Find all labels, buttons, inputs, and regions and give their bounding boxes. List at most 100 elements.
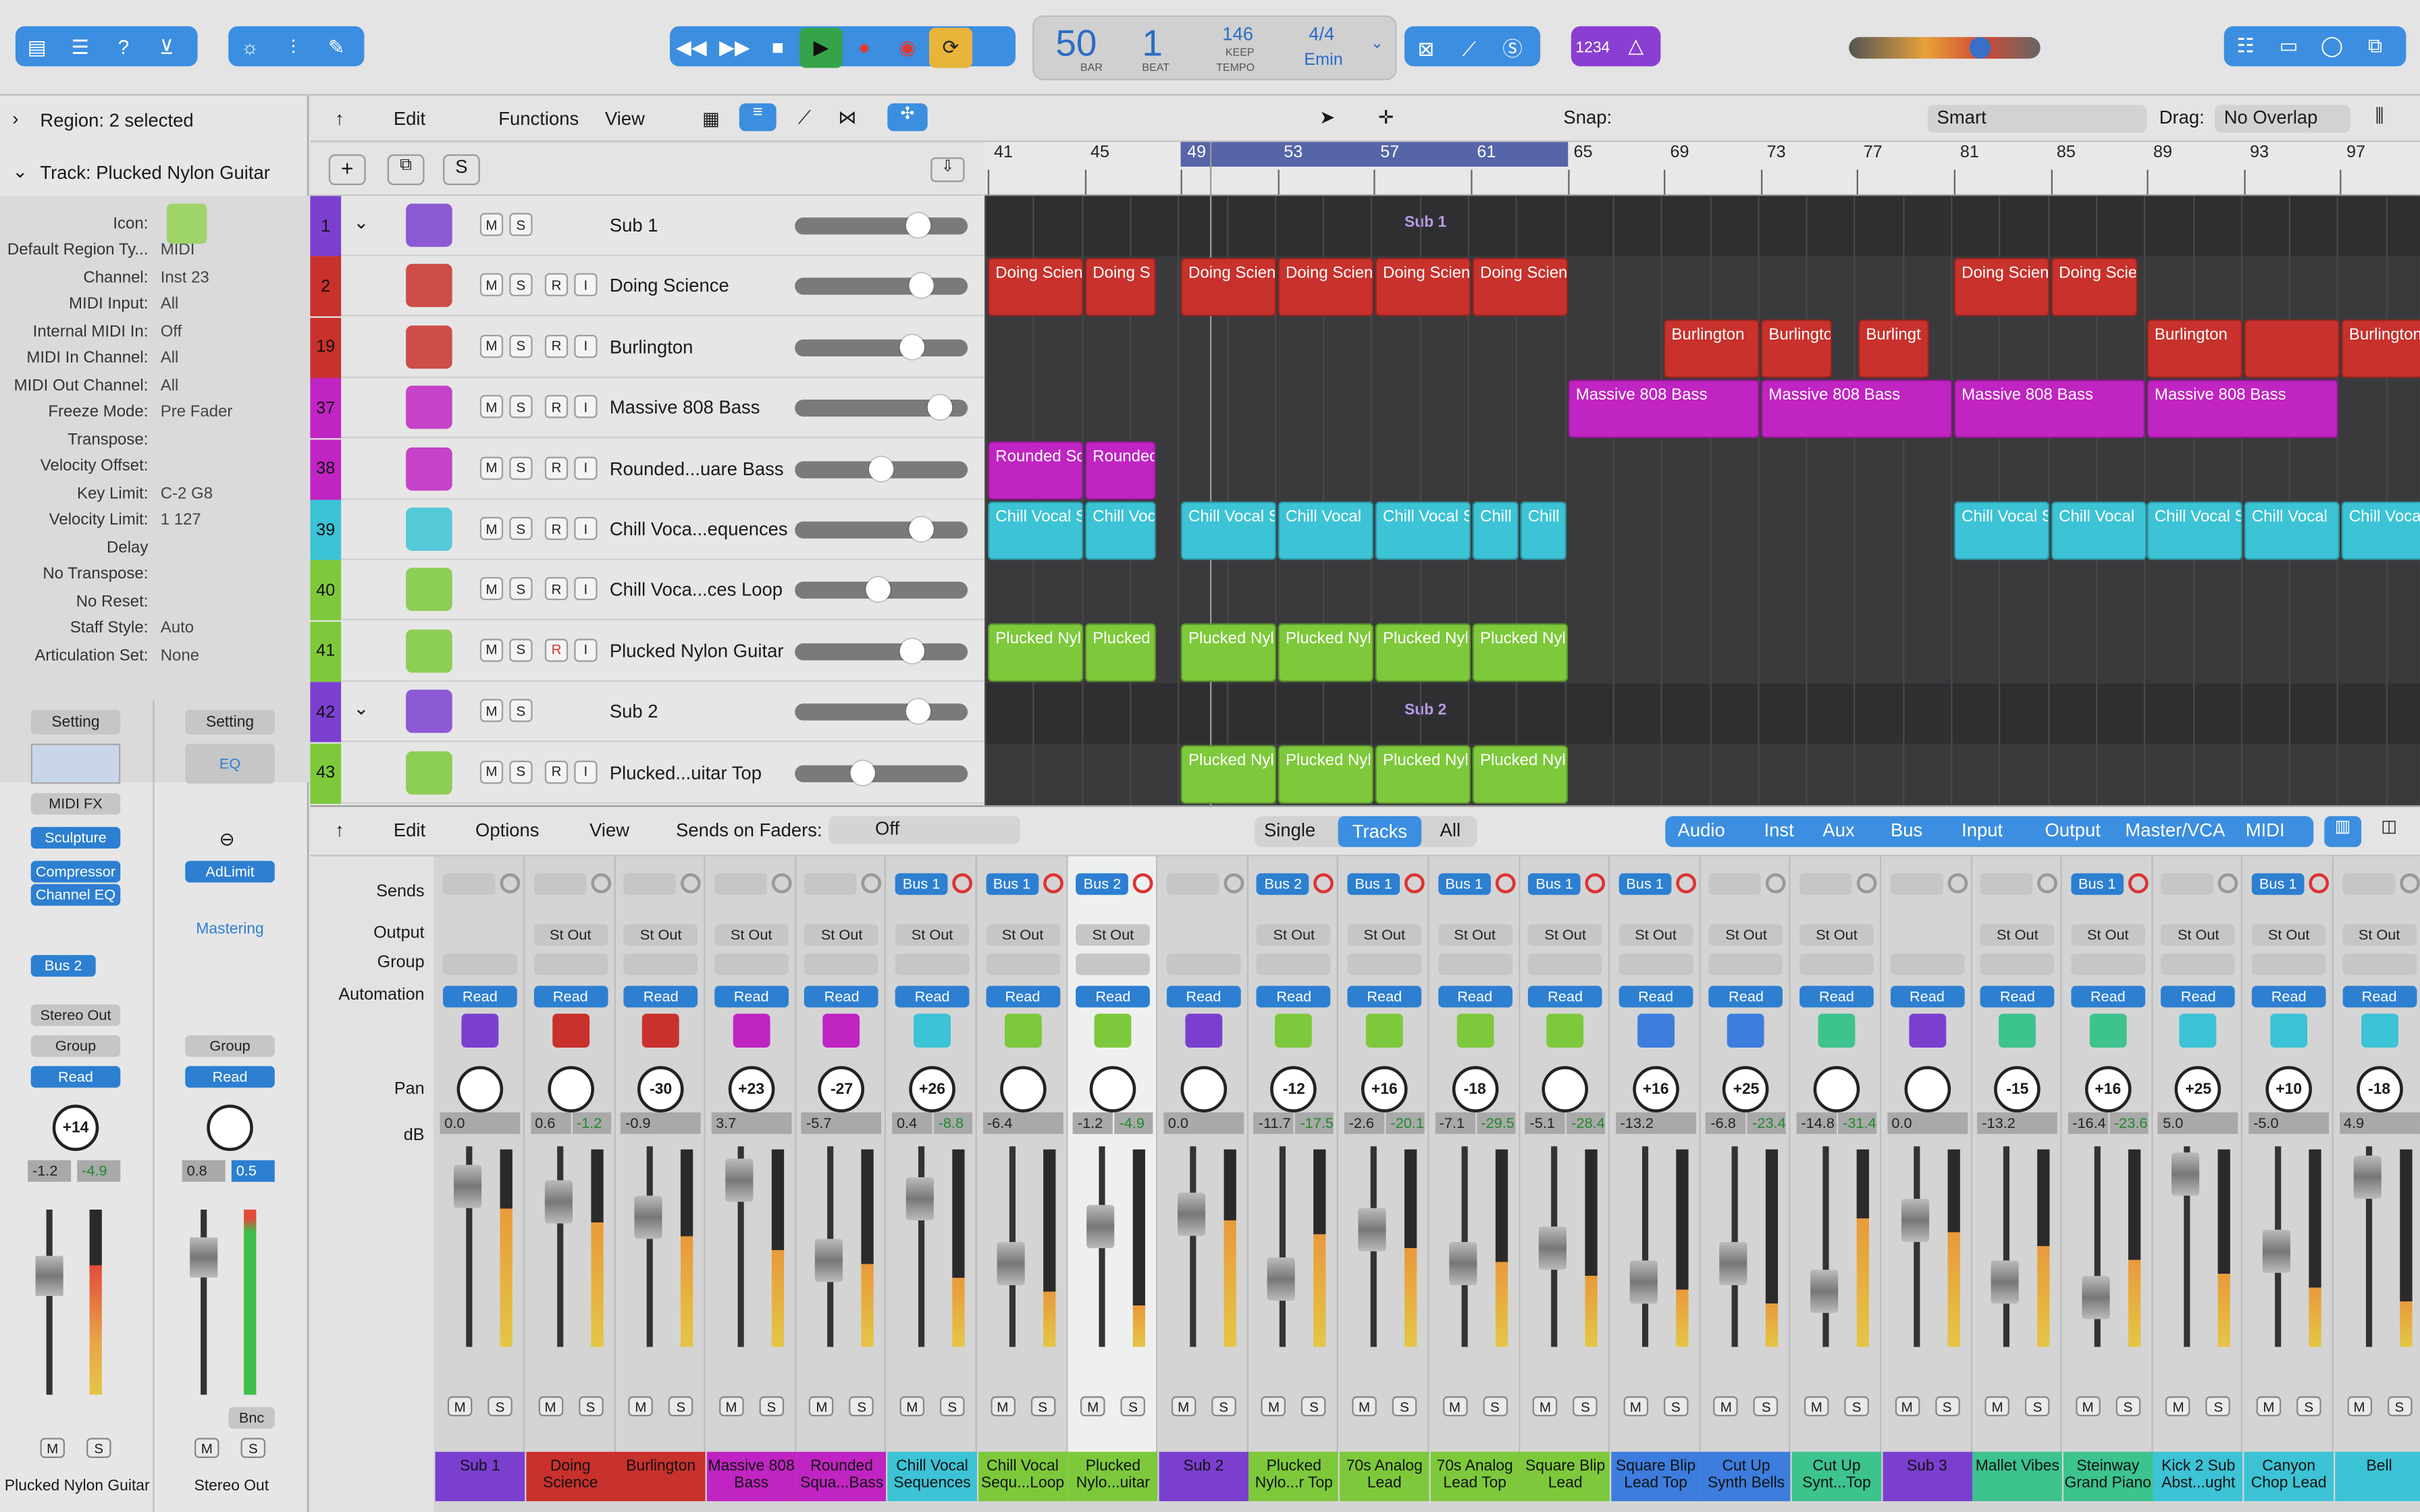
track-volume-knob[interactable] [905,213,931,238]
pan-knob[interactable]: -30 [637,1066,684,1112]
group-slot[interactable] [895,953,970,975]
send-slot[interactable] [533,873,586,895]
automation-mode[interactable]: Read [985,986,1060,1008]
region[interactable]: Rounded Sq [987,440,1084,500]
volume-fader-cap[interactable] [1358,1208,1386,1251]
solo-button[interactable]: S [1301,1396,1327,1417]
input-monitor-button[interactable]: I [574,516,598,540]
strip-name[interactable]: 70s Analog Lead Top [1429,1451,1520,1501]
solo-button[interactable]: S [759,1396,784,1417]
region[interactable]: Burlington [2147,319,2243,378]
send-level-knob[interactable] [2037,873,2058,894]
drag-select[interactable]: No Overlap [2214,105,2351,133]
strip-name[interactable]: Plucked Nylo...r Top [1249,1451,1339,1501]
solo-button[interactable]: S [668,1396,693,1417]
mute-button[interactable]: M [1714,1396,1739,1417]
strip-name[interactable]: Sub 1 [435,1451,525,1501]
inspector-row[interactable]: Transpose: [0,426,309,453]
mastering-label[interactable]: Mastering [185,921,275,938]
compressor-plugin[interactable]: Compressor [30,861,121,883]
region[interactable]: Chill Vocal [1278,501,1374,560]
track-name[interactable]: Burlington [610,336,693,358]
send-slot[interactable] [1709,873,1762,895]
track-volume-knob[interactable] [899,334,925,360]
solo-button[interactable]: S [578,1396,603,1417]
inspector-row-value[interactable]: Pre Fader [155,403,233,421]
midi-fx-slot[interactable]: MIDI FX [30,792,121,815]
mute-button[interactable]: M [1261,1396,1286,1417]
send-slot[interactable] [1980,873,2033,895]
track-row[interactable]: 1 M S ⌄ Sub 1 [310,196,985,256]
setting-button-2[interactable]: Setting [185,709,275,734]
output-slot[interactable]: St Out [2251,924,2326,946]
solo-button[interactable]: S [509,213,533,236]
solo-button[interactable]: S [1392,1396,1417,1417]
mute-button[interactable]: M [1352,1396,1377,1417]
send-level-knob[interactable] [1494,873,1515,894]
mixer-back-icon[interactable]: ↑ [335,819,344,841]
narrow-strips-icon[interactable]: ▥ [2324,816,2362,847]
inspector-row[interactable]: Freeze Mode: Pre Fader [0,399,309,426]
automation-mode[interactable]: Read [2342,986,2417,1008]
volume-fader-cap[interactable] [1629,1260,1658,1304]
strip-name[interactable]: Massive 808 Bass [706,1451,796,1501]
output-slot[interactable]: St Out [1528,924,1602,946]
eq-slot[interactable]: EQ [185,743,275,784]
replace-icon[interactable]: ⊠ [1404,28,1448,68]
solo-mode-icon[interactable]: Ⓢ [1491,26,1534,66]
region[interactable]: Plucked Nyl [1472,622,1569,682]
track-name[interactable]: Massive 808 Bass [610,397,760,418]
solo-button[interactable]: S [1935,1396,1959,1417]
strip-name[interactable]: Bell [2334,1451,2420,1501]
output-slot[interactable]: St Out [1709,924,1783,946]
group-slot[interactable] [1980,953,2055,975]
inspector-row-value[interactable]: Auto [155,619,194,637]
automation-read[interactable]: Read [30,1066,121,1088]
strip-name[interactable]: Steinway Grand Piano [2063,1451,2153,1501]
mute-button[interactable]: M [479,213,504,236]
output-slot[interactable]: St Out [1257,924,1332,946]
send-slot[interactable]: Bus 1 [895,873,948,895]
send-level-knob[interactable] [952,873,972,894]
track-name[interactable]: Plucked...uitar Top [610,761,762,783]
send-slot[interactable] [2342,873,2395,895]
volume-fader-cap[interactable] [1991,1260,2020,1304]
sculpture-plugin[interactable]: Sculpture [30,827,121,849]
output-slot[interactable]: St Out [1799,924,1874,946]
lcd-display[interactable]: 50 1 BAR BEAT 146 KEEP TEMPO 4/4 Emin ⌄ [1032,15,1397,80]
solo-button[interactable]: S [509,759,533,784]
volume-fader-cap[interactable] [544,1180,573,1224]
track-volume-knob[interactable] [927,395,953,421]
region[interactable]: Doing Scien [1375,258,1471,317]
strip-name[interactable]: Doing Science [525,1451,616,1501]
strip-name[interactable]: Square Blip Lead [1520,1451,1610,1501]
region[interactable]: Chill Vocal [2244,501,2340,560]
track-name[interactable]: Doing Science [610,275,729,297]
inspector-icon[interactable]: ☰ [59,27,102,67]
list-editors-icon[interactable]: ☷ [2224,26,2267,66]
strip-name[interactable]: Rounded Squa...Bass [797,1451,887,1501]
pan-knob[interactable] [547,1066,594,1112]
mute-button[interactable]: M [1894,1396,1920,1417]
inspector-row[interactable]: Staff Style: Auto [0,615,309,642]
mute-button[interactable]: M [718,1396,744,1417]
region[interactable]: Doing Scien [1472,258,1569,317]
waveform-zoom-icon[interactable]: ⫼ [2375,105,2384,128]
volume-fader-track[interactable] [1280,1146,1286,1347]
group-slot[interactable]: Group [30,1035,121,1057]
output-mute-button[interactable]: M [194,1438,219,1458]
volume-fader-cap[interactable] [725,1158,753,1202]
automation-mode[interactable]: Read [1438,986,1512,1008]
input-monitor-button[interactable]: I [574,273,598,297]
adlimit-plugin[interactable]: AdLimit [185,861,275,883]
mute-button[interactable]: M [1442,1396,1467,1417]
send-slot[interactable] [2161,873,2214,895]
notepad-icon[interactable]: ▭ [2267,26,2311,66]
strip-name[interactable]: Square Blip Lead Top [1610,1451,1701,1501]
region[interactable]: Chill Vocal S [1180,501,1277,560]
output-slot[interactable]: St Out [1347,924,1422,946]
filter-aux[interactable]: Aux [1822,819,1854,841]
group-slot[interactable] [1076,953,1151,975]
track-volume-slider[interactable] [795,577,968,603]
send-level-knob[interactable] [1585,873,1606,894]
